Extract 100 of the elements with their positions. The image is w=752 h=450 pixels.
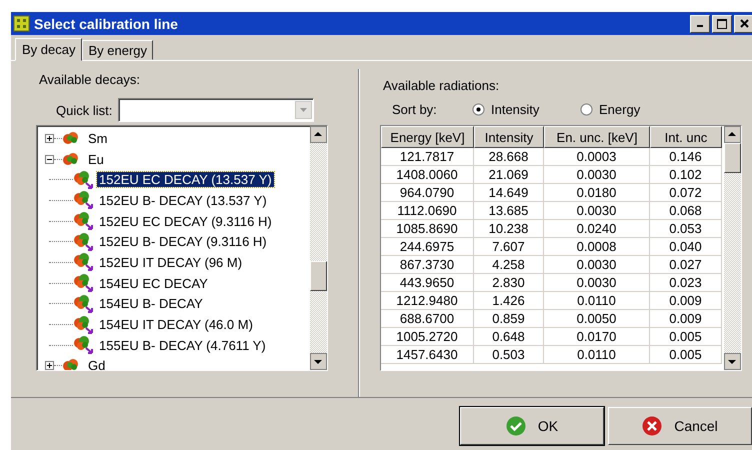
table-cell: 0.009 bbox=[650, 292, 722, 310]
table-cell: 0.859 bbox=[474, 310, 544, 328]
table-cell: 13.685 bbox=[474, 202, 544, 220]
tree-item[interactable]: 152EU IT DECAY (96 M) bbox=[97, 254, 244, 270]
table-cell: 0.0030 bbox=[544, 166, 650, 184]
table-cell: 0.005 bbox=[650, 328, 722, 346]
scrollbar[interactable] bbox=[724, 126, 741, 370]
cancel-button[interactable]: Cancel bbox=[608, 407, 752, 445]
expand-icon[interactable] bbox=[45, 134, 54, 143]
tree-item[interactable]: Sm bbox=[86, 130, 110, 146]
decay-atom-icon bbox=[73, 294, 95, 314]
table-cell: 964.0790 bbox=[381, 184, 474, 202]
scrollbar[interactable] bbox=[310, 126, 327, 370]
table-cell: 21.069 bbox=[474, 166, 544, 184]
atom-icon bbox=[62, 358, 80, 370]
quick-list-dropdown[interactable] bbox=[118, 98, 314, 122]
table-cell: 0.0030 bbox=[544, 256, 650, 274]
table-cell: 0.0003 bbox=[544, 148, 650, 166]
atom-icon bbox=[62, 152, 80, 167]
table-cell: 0.023 bbox=[650, 274, 722, 292]
close-icon bbox=[740, 19, 748, 28]
table-cell: 1005.2720 bbox=[381, 328, 474, 346]
column-header[interactable]: En. unc. [keV] bbox=[544, 126, 650, 148]
atom-icon bbox=[62, 130, 80, 146]
tab[interactable]: By decay bbox=[15, 38, 82, 61]
tree-item[interactable]: Eu bbox=[86, 152, 106, 167]
scroll-up-icon[interactable] bbox=[310, 126, 327, 143]
tab[interactable]: By energy bbox=[82, 40, 154, 60]
decay-atom-icon bbox=[73, 335, 95, 356]
table-cell: 0.040 bbox=[650, 238, 722, 256]
sort-label: Sort by: bbox=[392, 102, 438, 117]
decay-atom-icon bbox=[73, 252, 95, 272]
close-button[interactable] bbox=[734, 14, 752, 32]
table-cell: 1112.0690 bbox=[381, 202, 474, 220]
table-cell: 121.7817 bbox=[381, 148, 474, 166]
close-icon bbox=[642, 416, 662, 436]
table-cell: 2.830 bbox=[474, 274, 544, 292]
maximize-icon bbox=[717, 18, 727, 28]
table-cell: 0.009 bbox=[650, 310, 722, 328]
table-cell: 1212.9480 bbox=[381, 292, 474, 310]
tree-item[interactable]: 155EU B- DECAY (4.7611 Y) bbox=[97, 338, 268, 353]
tree-item[interactable]: 154EU B- DECAY bbox=[97, 296, 205, 312]
decay-atom-icon bbox=[73, 190, 95, 210]
decay-atom-icon bbox=[73, 211, 95, 232]
table-cell: 0.0170 bbox=[544, 328, 650, 346]
expand-icon[interactable] bbox=[45, 361, 54, 370]
sort-radio[interactable]: Intensity bbox=[472, 102, 580, 117]
table-cell: 244.6975 bbox=[381, 238, 474, 256]
table-cell: 0.0180 bbox=[544, 184, 650, 202]
decay-atom-icon bbox=[73, 273, 95, 294]
scroll-down-icon[interactable] bbox=[724, 353, 741, 370]
sort-radio[interactable]: Energy bbox=[580, 102, 688, 117]
decay-atom-icon bbox=[73, 232, 95, 252]
decay-atom-icon bbox=[73, 170, 95, 190]
table-cell: 28.668 bbox=[474, 148, 544, 166]
tree-item[interactable]: 152EU B- DECAY (9.3116 H) bbox=[97, 234, 269, 250]
section-label: Available radiations: bbox=[383, 78, 500, 93]
table-cell: 0.0110 bbox=[544, 346, 650, 364]
maximize-button[interactable] bbox=[712, 14, 732, 32]
table-cell: 0.053 bbox=[650, 220, 722, 238]
tree-item[interactable]: 152EU B- DECAY (13.537 Y) bbox=[97, 192, 269, 208]
tree-item[interactable]: 152EU EC DECAY (13.537 Y) bbox=[97, 172, 274, 188]
tree-item[interactable]: 154EU IT DECAY (46.0 M) bbox=[97, 317, 255, 332]
window-title: Select calibration line bbox=[34, 16, 179, 32]
section-label: Available decays: bbox=[39, 72, 141, 87]
table-cell: 1457.6430 bbox=[381, 346, 474, 364]
column-header[interactable]: Intensity bbox=[474, 126, 544, 148]
scroll-up-icon[interactable] bbox=[724, 126, 741, 143]
minimize-button[interactable] bbox=[690, 14, 710, 32]
table-cell: 0.072 bbox=[650, 184, 722, 202]
table-cell: 0.027 bbox=[650, 256, 722, 274]
checkmark-icon bbox=[506, 416, 526, 436]
column-header[interactable]: Energy [keV] bbox=[381, 126, 474, 148]
ok-button[interactable]: OK bbox=[460, 407, 604, 445]
column-header[interactable]: Int. unc bbox=[650, 126, 722, 148]
table-cell: 0.102 bbox=[650, 166, 722, 184]
table-cell: 0.0240 bbox=[544, 220, 650, 238]
table-cell: 0.0030 bbox=[544, 274, 650, 292]
table-cell: 10.238 bbox=[474, 220, 544, 238]
table-cell: 0.0008 bbox=[544, 238, 650, 256]
scroll-thumb[interactable] bbox=[310, 261, 327, 291]
table-cell: 0.146 bbox=[650, 148, 722, 166]
app-icon bbox=[13, 15, 30, 32]
collapse-icon[interactable] bbox=[45, 154, 54, 164]
table-cell: 14.649 bbox=[474, 184, 544, 202]
tree-item[interactable]: 152EU EC DECAY (9.3116 H) bbox=[97, 214, 274, 229]
table-cell: 0.068 bbox=[650, 202, 722, 220]
table-cell: 0.503 bbox=[474, 346, 544, 364]
table-cell: 443.9650 bbox=[381, 274, 474, 292]
scroll-thumb[interactable] bbox=[724, 143, 741, 173]
scroll-down-icon[interactable] bbox=[310, 353, 327, 370]
table-cell: 0.648 bbox=[474, 328, 544, 346]
table-cell: 4.258 bbox=[474, 256, 544, 274]
table-cell: 867.3730 bbox=[381, 256, 474, 274]
field-label: Quick list: bbox=[56, 102, 112, 118]
tree-item[interactable]: 154EU EC DECAY bbox=[97, 276, 210, 291]
table-cell: 0.005 bbox=[650, 346, 722, 364]
decay-atom-icon bbox=[73, 314, 95, 335]
table-cell: 0.0030 bbox=[544, 202, 650, 220]
table-cell: 7.607 bbox=[474, 238, 544, 256]
